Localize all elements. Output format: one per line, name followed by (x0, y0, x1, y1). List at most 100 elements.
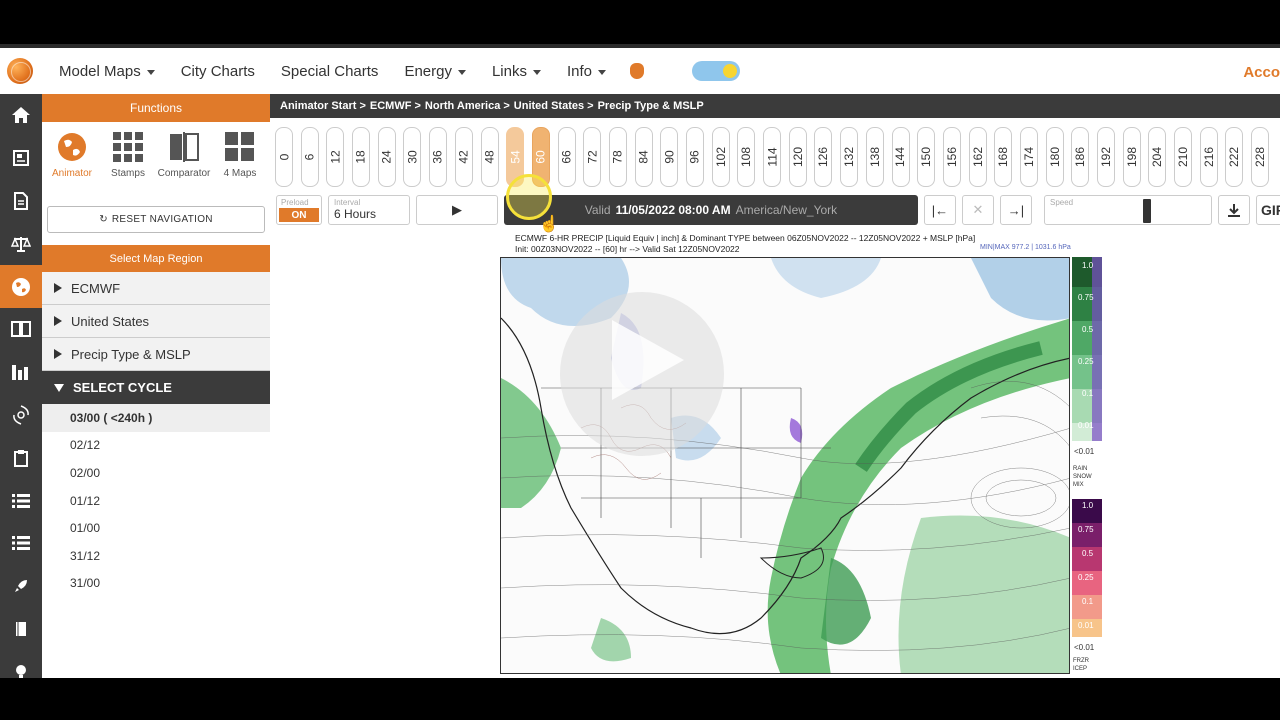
hour-button[interactable]: 228 (1251, 127, 1270, 187)
hour-button[interactable]: 12 (326, 127, 345, 187)
cycle-option[interactable]: 31/00 (42, 570, 270, 598)
breadcrumb-item[interactable]: ECMWF > (370, 100, 421, 112)
hour-button[interactable]: 156 (942, 127, 961, 187)
cycle-option[interactable]: 31/12 (42, 542, 270, 570)
nav-info[interactable]: Info (567, 63, 607, 80)
home-icon[interactable] (0, 94, 42, 137)
hour-button[interactable]: 96 (686, 127, 704, 187)
scale-icon[interactable] (0, 222, 42, 265)
hour-button[interactable]: 102 (711, 127, 730, 187)
four-maps-button[interactable]: 4 Maps (212, 132, 268, 206)
hour-button[interactable]: 42 (454, 127, 473, 187)
hour-button[interactable]: 0 (275, 127, 293, 187)
hour-button[interactable]: 204 (1148, 127, 1167, 187)
hour-button[interactable]: 78 (608, 127, 627, 187)
download-button[interactable] (1218, 195, 1250, 225)
theme-toggle[interactable] (692, 61, 741, 81)
chevron-down-icon (457, 69, 466, 75)
accordion-region[interactable]: United States (42, 305, 270, 338)
speed-slider[interactable]: Speed (1044, 195, 1212, 225)
hour-button[interactable]: 162 (968, 127, 987, 187)
hour-button[interactable]: 90 (660, 127, 679, 187)
accordion-product[interactable]: Precip Type & MSLP (42, 338, 270, 371)
bug-report-icon[interactable] (630, 63, 645, 79)
animator-button[interactable]: Animator (44, 132, 100, 206)
hour-button[interactable]: 192 (1097, 127, 1115, 187)
book-icon[interactable] (0, 608, 42, 651)
breadcrumb-item[interactable]: North America > (425, 100, 510, 112)
hour-button[interactable]: 132 (840, 127, 859, 187)
hour-label: 180 (1047, 146, 1062, 168)
interval-label: Interval (334, 198, 361, 207)
reset-navigation-button[interactable]: ↻ RESET NAVIGATION (47, 206, 265, 233)
hour-button[interactable]: 168 (994, 127, 1013, 187)
news-icon[interactable] (0, 137, 42, 180)
lightbulb-icon[interactable] (0, 650, 42, 678)
cycle-option[interactable]: 02/00 (42, 459, 270, 487)
hour-button[interactable]: 174 (1019, 127, 1038, 187)
hour-button[interactable]: 6 (300, 127, 319, 187)
clipboard-icon[interactable] (0, 436, 42, 479)
interval-select[interactable]: Interval 6 Hours (328, 195, 410, 225)
hour-button[interactable]: 72 (583, 127, 602, 187)
nav-links[interactable]: Links (492, 63, 541, 80)
hour-button[interactable]: 222 (1225, 127, 1244, 187)
compare-icon[interactable] (0, 308, 42, 351)
list-icon[interactable] (0, 479, 42, 522)
breadcrumb-item[interactable]: Animator Start > (280, 100, 366, 112)
account-link[interactable]: Acco (1243, 64, 1280, 81)
hour-label: 0 (277, 153, 291, 161)
accordion-select-cycle[interactable]: SELECT CYCLE (42, 371, 270, 404)
hour-button[interactable]: 48 (480, 127, 499, 187)
speed-slider-handle[interactable] (1143, 199, 1151, 223)
document-icon[interactable] (0, 180, 42, 223)
hour-button[interactable]: 216 (1199, 127, 1218, 187)
hour-button[interactable]: 66 (557, 127, 576, 187)
hour-button[interactable]: 138 (865, 127, 884, 187)
cycle-option[interactable]: 01/12 (42, 487, 270, 515)
gif-button[interactable]: GIF (1256, 195, 1280, 225)
cycle-option[interactable]: 03/00 ( <240h ) (42, 404, 270, 432)
first-frame-button[interactable]: |← (924, 195, 956, 225)
nav-model-maps[interactable]: Model Maps (59, 63, 155, 80)
globe-icon[interactable] (0, 265, 42, 308)
hour-button[interactable]: 150 (917, 127, 936, 187)
hour-button[interactable]: 36 (429, 127, 448, 187)
stamps-button[interactable]: Stamps (100, 132, 156, 206)
hour-label: 12 (328, 150, 343, 164)
bar-chart-icon[interactable] (0, 351, 42, 394)
hour-button[interactable]: 120 (788, 127, 807, 187)
legend-label: <0.01 (1074, 447, 1095, 456)
hour-button[interactable]: 210 (1174, 127, 1193, 187)
nav-energy[interactable]: Energy (404, 63, 466, 80)
hour-button[interactable]: 18 (352, 127, 371, 187)
hour-button[interactable]: 30 (403, 127, 422, 187)
breadcrumb-item[interactable]: United States > (514, 100, 594, 112)
hour-button[interactable]: 24 (377, 127, 396, 187)
site-logo[interactable] (7, 58, 33, 84)
cycle-option[interactable]: 01/00 (42, 514, 270, 542)
hour-button[interactable]: 114 (763, 127, 782, 187)
accordion-model[interactable]: ECMWF (42, 272, 270, 305)
hour-button[interactable]: 144 (891, 127, 910, 187)
comparator-button[interactable]: Comparator (156, 132, 212, 206)
nav-city-charts[interactable]: City Charts (181, 63, 255, 80)
chevron-down-icon (533, 69, 541, 75)
cycle-option[interactable]: 02/12 (42, 432, 270, 460)
close-button[interactable]: ✕ (962, 195, 994, 225)
preload-toggle[interactable]: Preload ON (276, 195, 322, 225)
hour-button[interactable]: 198 (1122, 127, 1141, 187)
list-alt-icon[interactable] (0, 522, 42, 565)
rocket-icon[interactable] (0, 565, 42, 608)
four-maps-icon (225, 132, 255, 162)
nav-special-charts[interactable]: Special Charts (281, 63, 379, 80)
hour-button[interactable]: 108 (737, 127, 756, 187)
hour-button[interactable]: 180 (1045, 127, 1064, 187)
hour-button[interactable]: 84 (634, 127, 653, 187)
hour-label: 138 (867, 146, 882, 168)
last-frame-button[interactable]: →| (1000, 195, 1032, 225)
hour-button[interactable]: 126 (814, 127, 833, 187)
play-button[interactable]: ▶ (416, 195, 498, 225)
hurricane-icon[interactable] (0, 394, 42, 437)
hour-button[interactable]: 186 (1071, 127, 1090, 187)
